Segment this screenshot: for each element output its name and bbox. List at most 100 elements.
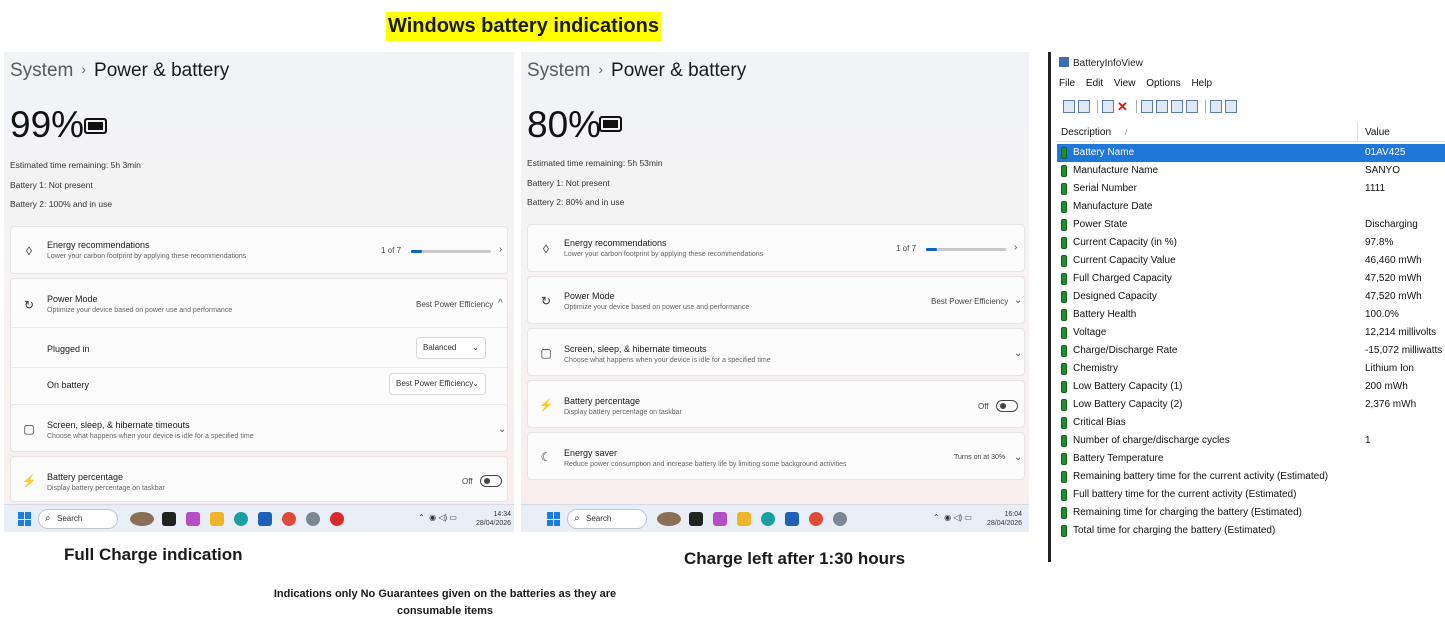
menu-view[interactable]: View xyxy=(1114,78,1136,89)
teams-icon[interactable] xyxy=(186,512,200,526)
list-item[interactable]: Critical Bias xyxy=(1057,414,1445,432)
windows-start-icon[interactable] xyxy=(18,512,32,526)
delete-icon[interactable]: ✕ xyxy=(1117,100,1129,113)
battery-icon xyxy=(1061,291,1067,303)
chrome-icon[interactable] xyxy=(282,512,296,526)
power-mode-value: Best Power Efficiency xyxy=(416,300,494,309)
taskbar-search[interactable]: Search xyxy=(567,509,647,529)
batteryinfoview-app-icon xyxy=(1059,57,1069,67)
list-item[interactable]: Charge/Discharge Rate -15,072 milliwatts xyxy=(1057,342,1445,360)
task-view-icon[interactable] xyxy=(689,512,703,526)
list-item[interactable]: Chemistry Lithium Ion xyxy=(1057,360,1445,378)
battery-icon xyxy=(1061,201,1067,213)
find-icon[interactable] xyxy=(1210,100,1222,114)
options-icon[interactable] xyxy=(1102,100,1114,114)
breadcrumb-system[interactable]: System xyxy=(527,60,590,81)
battery-percentage-toggle[interactable] xyxy=(480,475,502,487)
screen-sleep-card[interactable]: ▢ Screen, sleep, & hibernate timeouts Ch… xyxy=(527,328,1025,376)
item-description: Manufacture Name xyxy=(1073,165,1159,176)
list-item[interactable]: Serial Number 1111 xyxy=(1057,180,1445,198)
store-icon[interactable] xyxy=(785,512,799,526)
windows-start-icon[interactable] xyxy=(547,512,561,526)
battery-icon xyxy=(1061,507,1067,519)
battery-icon xyxy=(1061,453,1067,465)
column-value[interactable]: Value xyxy=(1365,127,1390,138)
menu-file[interactable]: File xyxy=(1059,78,1075,89)
list-item[interactable]: Total time for charging the battery (Est… xyxy=(1057,522,1445,540)
edge-icon[interactable] xyxy=(761,512,775,526)
power-mode-card[interactable]: ↻ Power Mode Optimize your device based … xyxy=(527,276,1025,324)
battery-icon xyxy=(1061,165,1067,177)
list-item[interactable]: Remaining time for charging the battery … xyxy=(1057,504,1445,522)
chevron-up-icon[interactable]: ^ xyxy=(498,298,503,309)
screen-sleep-card[interactable]: ▢ Screen, sleep, & hibernate timeouts Ch… xyxy=(10,404,508,452)
taskbar-search[interactable]: Search xyxy=(38,509,118,529)
list-item[interactable]: Battery Health 100.0% xyxy=(1057,306,1445,324)
list-item[interactable]: Voltage 12,214 millivolts xyxy=(1057,324,1445,342)
energy-recommendations-card[interactable]: ◊ Energy recommendations Lower your carb… xyxy=(527,224,1025,272)
energy-recommendations-card[interactable]: ◊ Energy recommendations Lower your carb… xyxy=(10,226,508,274)
settings-icon[interactable] xyxy=(306,512,320,526)
menu-options[interactable]: Options xyxy=(1146,78,1180,89)
report-icon[interactable] xyxy=(1186,100,1198,114)
save-icon[interactable] xyxy=(1141,100,1153,114)
teams-icon[interactable] xyxy=(713,512,727,526)
energy-subtitle: Lower your carbon footprint by applying … xyxy=(47,253,247,260)
column-description[interactable]: Description / xyxy=(1061,127,1127,138)
widget-icon[interactable] xyxy=(657,512,681,526)
chevron-down-icon: ⌄ xyxy=(472,379,479,388)
power-mode-title: Power Mode xyxy=(47,294,98,304)
energy-saver-card[interactable]: ☾ Energy saver Reduce power consumption … xyxy=(527,432,1025,480)
copy-icon[interactable] xyxy=(1171,100,1183,114)
list-item[interactable]: Manufacture Name SANYO xyxy=(1057,162,1445,180)
list-item[interactable]: Current Capacity Value 46,460 mWh xyxy=(1057,252,1445,270)
widget-icon[interactable] xyxy=(130,512,154,526)
list-item[interactable]: Remaining battery time for the current a… xyxy=(1057,468,1445,486)
file-explorer-icon[interactable] xyxy=(210,512,224,526)
system-tray-icons[interactable]: ⌃ ◉ ◁) ▭ xyxy=(418,513,457,522)
list-item[interactable]: Battery Temperature xyxy=(1057,450,1445,468)
store-icon[interactable] xyxy=(258,512,272,526)
page-title: Power & battery xyxy=(94,60,230,81)
breadcrumb-system[interactable]: System xyxy=(10,60,73,81)
battery-icon xyxy=(599,116,622,132)
properties-icon[interactable] xyxy=(1063,100,1075,114)
list-item[interactable]: Battery Name 01AV425 xyxy=(1057,144,1445,162)
list-item[interactable]: Number of charge/discharge cycles 1 xyxy=(1057,432,1445,450)
chevron-down-icon[interactable]: ⌄ xyxy=(1014,295,1022,306)
exit-icon[interactable] xyxy=(1225,100,1237,114)
refresh-icon[interactable] xyxy=(1156,100,1168,114)
taskbar-clock[interactable]: 14:34 28/04/2026 xyxy=(476,510,511,528)
batteryinfoview-window: BatteryInfoView File Edit View Options H… xyxy=(1048,52,1445,562)
taskbar-clock[interactable]: 16:04 28/04/2026 xyxy=(987,510,1022,528)
file-explorer-icon[interactable] xyxy=(737,512,751,526)
on-battery-dropdown[interactable]: Best Power Efficiency ⌄ xyxy=(389,373,486,395)
chrome-icon[interactable] xyxy=(809,512,823,526)
list-item[interactable]: Full Charged Capacity 47,520 mWh xyxy=(1057,270,1445,288)
item-description: Battery Temperature xyxy=(1073,453,1164,464)
plugged-in-dropdown[interactable]: Balanced ⌄ xyxy=(416,337,486,359)
list-item[interactable]: Current Capacity (in %) 97.8% xyxy=(1057,234,1445,252)
log-icon[interactable] xyxy=(1078,100,1090,114)
task-view-icon[interactable] xyxy=(162,512,176,526)
list-item[interactable]: Low Battery Capacity (2) 2,376 mWh xyxy=(1057,396,1445,414)
energy-saver-subtitle: Reduce power consumption and increase ba… xyxy=(564,461,847,468)
list-item[interactable]: Manufacture Date xyxy=(1057,198,1445,216)
edge-icon[interactable] xyxy=(234,512,248,526)
settings-icon[interactable] xyxy=(833,512,847,526)
caption-full-charge: Full Charge indication xyxy=(64,545,243,564)
menu-help[interactable]: Help xyxy=(1191,78,1212,89)
app-icon[interactable] xyxy=(330,512,344,526)
chevron-down-icon: ⌄ xyxy=(1014,348,1023,359)
menu-edit[interactable]: Edit xyxy=(1086,78,1103,89)
column-divider[interactable] xyxy=(1357,122,1358,142)
list-item[interactable]: Full battery time for the current activi… xyxy=(1057,486,1445,504)
list-item[interactable]: Low Battery Capacity (1) 200 mWh xyxy=(1057,378,1445,396)
list-item[interactable]: Designed Capacity 47,520 mWh xyxy=(1057,288,1445,306)
item-value: 97.8% xyxy=(1365,237,1394,248)
screen-subtitle: Choose what happens when your device is … xyxy=(47,433,254,440)
battery-icon xyxy=(1061,417,1067,429)
system-tray-icons[interactable]: ⌃ ◉ ◁) ▭ xyxy=(933,513,972,522)
battery-percentage-toggle[interactable] xyxy=(996,400,1018,412)
list-item[interactable]: Power State Discharging xyxy=(1057,216,1445,234)
